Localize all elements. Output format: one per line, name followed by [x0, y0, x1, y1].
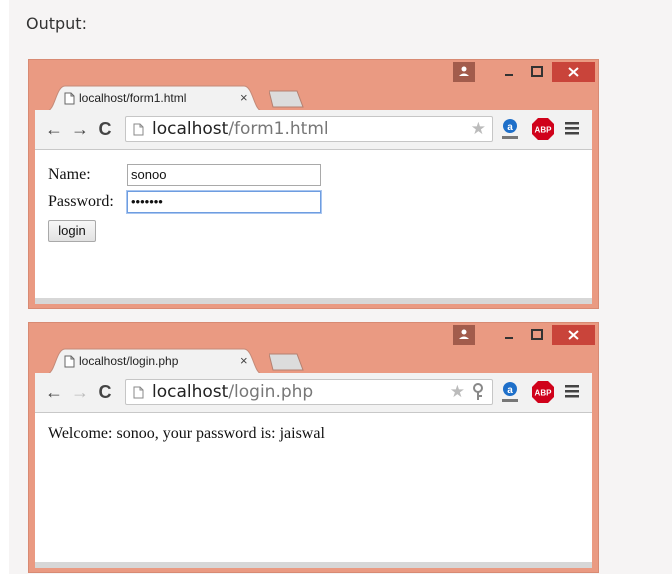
- url-host: localhost: [152, 119, 229, 139]
- tab-active[interactable]: localhost/form1.html ×: [47, 84, 262, 111]
- user-icon: [459, 329, 469, 339]
- minimize-icon: [505, 337, 513, 339]
- minimize-icon: [505, 74, 513, 76]
- address-bar[interactable]: localhost/login.php ★: [125, 379, 493, 405]
- key-icon[interactable]: [473, 383, 483, 401]
- svg-text:ABP: ABP: [535, 389, 553, 398]
- back-button[interactable]: ←: [43, 381, 65, 403]
- new-tab-button[interactable]: [269, 352, 305, 371]
- url-path: /form1.html: [228, 119, 329, 139]
- browser-toolbar: ← → C localhost/form1.html ★ a ABP: [35, 110, 592, 150]
- maximize-icon: [531, 329, 543, 340]
- menu-icon[interactable]: [565, 121, 579, 135]
- svg-text:a: a: [507, 385, 513, 396]
- forward-button[interactable]: →: [69, 118, 91, 140]
- close-icon: [568, 330, 579, 340]
- maximize-icon: [531, 66, 543, 77]
- welcome-message: Welcome: sonoo, your password is: jaiswa…: [48, 425, 325, 442]
- close-window-button[interactable]: [552, 325, 595, 345]
- name-label: Name:: [48, 166, 91, 183]
- minimize-button[interactable]: [494, 325, 524, 345]
- tab-title: localhost/form1.html: [79, 91, 187, 105]
- tab-close-button[interactable]: ×: [240, 353, 248, 368]
- status-bar: [35, 298, 592, 304]
- tab-title: localhost/login.php: [79, 354, 179, 368]
- adblock-plus-icon[interactable]: ABP: [531, 380, 555, 404]
- maximize-button[interactable]: [523, 325, 551, 345]
- page-icon: [64, 92, 75, 105]
- new-tab-button[interactable]: [269, 89, 305, 108]
- menu-icon[interactable]: [565, 384, 579, 398]
- forward-button[interactable]: →: [69, 381, 91, 403]
- svg-text:a: a: [507, 122, 513, 133]
- browser-window-result: localhost/login.php × ← → C localhost/lo…: [28, 322, 599, 573]
- reload-button[interactable]: C: [94, 118, 116, 140]
- browser-window-form: localhost/form1.html × ← → C localhost/f…: [28, 59, 599, 309]
- page-content: Name: sonoo Password: ••••••• login: [35, 150, 592, 298]
- user-button[interactable]: [453, 325, 475, 345]
- adblock-plus-icon[interactable]: ABP: [531, 117, 555, 141]
- page-icon: [64, 355, 75, 368]
- svg-text:ABP: ABP: [535, 126, 553, 135]
- status-bar: [35, 562, 592, 568]
- close-icon: [568, 67, 579, 77]
- extension-icon[interactable]: a: [498, 380, 522, 404]
- bookmark-star-icon[interactable]: ★: [471, 119, 486, 139]
- user-button[interactable]: [453, 62, 475, 82]
- tab-active[interactable]: localhost/login.php ×: [47, 347, 262, 374]
- page-icon: [133, 386, 144, 399]
- minimize-button[interactable]: [494, 62, 524, 82]
- url-host: localhost: [152, 382, 229, 402]
- reload-button[interactable]: C: [94, 381, 116, 403]
- close-window-button[interactable]: [552, 62, 595, 82]
- output-label: Output:: [26, 14, 87, 33]
- extension-icon[interactable]: a: [498, 117, 522, 141]
- maximize-button[interactable]: [523, 62, 551, 82]
- name-input[interactable]: sonoo: [127, 164, 321, 186]
- tab-close-button[interactable]: ×: [240, 90, 248, 105]
- page-content: Welcome: sonoo, your password is: jaiswa…: [35, 413, 592, 562]
- page-icon: [133, 123, 144, 136]
- user-icon: [459, 66, 469, 76]
- password-input[interactable]: •••••••: [127, 191, 321, 213]
- url-text: localhost/form1.html: [152, 119, 329, 139]
- address-bar[interactable]: localhost/form1.html ★: [125, 116, 493, 142]
- login-button[interactable]: login: [48, 220, 96, 242]
- back-button[interactable]: ←: [43, 118, 65, 140]
- bookmark-star-icon[interactable]: ★: [450, 382, 465, 402]
- browser-toolbar: ← → C localhost/login.php ★ a ABP: [35, 373, 592, 413]
- url-text: localhost/login.php: [152, 382, 313, 402]
- password-label: Password:: [48, 193, 114, 210]
- url-path: /login.php: [228, 382, 314, 402]
